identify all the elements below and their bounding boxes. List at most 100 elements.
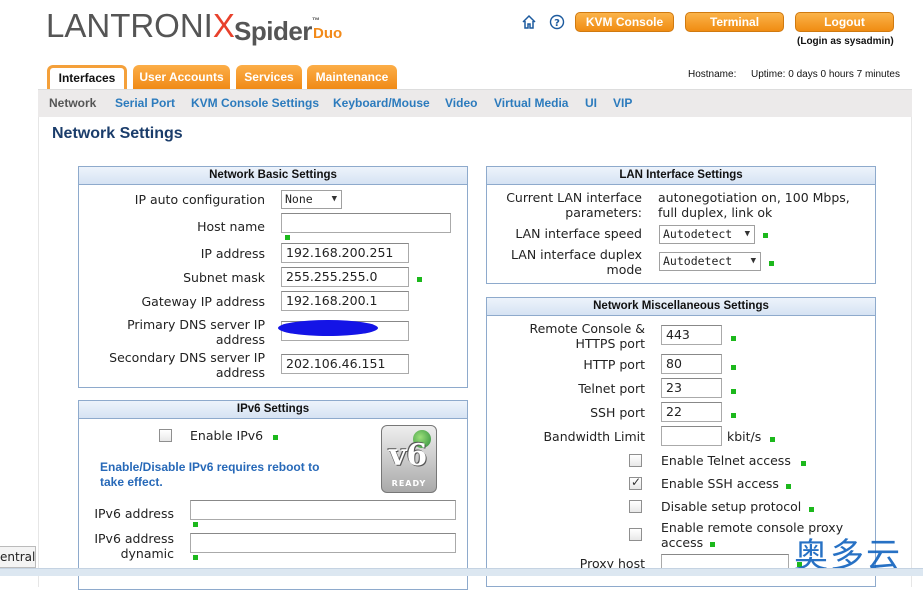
http-port-input[interactable]: 80 (661, 354, 722, 374)
gateway-label: Gateway IP address (141, 294, 266, 309)
disable-setup-protocol-checkbox[interactable] (629, 500, 642, 513)
lan-duplex-label-line1: LAN interface duplex (511, 247, 642, 262)
enable-ssh-label: Enable SSH access (661, 476, 779, 491)
ip-auto-label: IP auto configuration (134, 192, 265, 207)
subnav-serial-port[interactable]: Serial Port (115, 96, 175, 110)
required-dot-icon (417, 277, 422, 282)
help-icon[interactable]: ? (549, 14, 565, 30)
tab-user-accounts[interactable]: User Accounts (133, 65, 230, 89)
panel-title: Network Basic Settings (79, 167, 467, 185)
terminal-button[interactable]: Terminal (685, 12, 784, 32)
current-lan-value-line1: autonegotiation on, 100 Mbps, (658, 190, 850, 205)
host-name-input[interactable] (281, 213, 451, 233)
required-dot-icon (809, 507, 814, 512)
subnet-mask-label: Subnet mask (183, 270, 265, 285)
lan-duplex-label-line2: mode (606, 262, 642, 277)
required-dot-icon (801, 461, 806, 466)
secondary-dns-label: Secondary DNS server IP address (90, 350, 265, 380)
tab-interfaces[interactable]: Interfaces (47, 65, 127, 89)
ip-auto-select[interactable]: None ▼ (281, 190, 342, 209)
current-lan-label-line1: Current LAN interface (506, 190, 642, 205)
required-dot-icon (770, 437, 775, 442)
hostname-label: Hostname: (688, 69, 737, 80)
required-dot-icon (731, 336, 736, 341)
primary-dns-label: Primary DNS server IP address (90, 317, 265, 347)
rc-https-port-input[interactable]: 443 (661, 325, 722, 345)
ip-address-input[interactable]: 192.168.200.251 (281, 243, 409, 263)
telnet-port-input[interactable]: 23 (661, 378, 722, 398)
subnet-mask-input[interactable]: 255.255.255.0 (281, 267, 409, 287)
tab-services[interactable]: Services (236, 65, 302, 89)
subnav-network[interactable]: Network (49, 96, 96, 110)
kvm-console-button[interactable]: KVM Console (575, 12, 674, 32)
secondary-dns-input[interactable]: 202.106.46.151 (281, 354, 409, 374)
ipv6-ready-logo: v6 READY (381, 425, 437, 493)
ipv6-dynamic-input[interactable] (190, 533, 456, 553)
browser-status-tab[interactable]: entral/ (0, 546, 36, 568)
ipv6-reboot-note: Enable/Disable IPv6 requires reboot to ta… (100, 460, 319, 490)
required-dot-icon (731, 365, 736, 370)
rc-https-label-line1: Remote Console & (529, 321, 645, 336)
lan-speed-select[interactable]: Autodetect ▼ (659, 225, 755, 244)
required-dot-icon (786, 484, 791, 489)
required-dot-icon (731, 389, 736, 394)
home-icon[interactable] (521, 14, 537, 30)
logout-button[interactable]: Logout (795, 12, 894, 32)
lan-duplex-select[interactable]: Autodetect ▼ (659, 252, 761, 271)
secondary-dns-label-line1: Secondary DNS server IP (109, 350, 265, 365)
required-dot-icon (769, 261, 774, 266)
bandwidth-limit-input[interactable] (661, 426, 722, 446)
rc-https-label-line2: HTTPS port (575, 336, 645, 351)
ipv6-address-label: IPv6 address (94, 506, 174, 521)
redaction-mark (278, 320, 378, 336)
remote-proxy-checkbox[interactable] (629, 528, 642, 541)
product-tm: ™ (311, 16, 320, 25)
panel-title: Network Miscellaneous Settings (487, 298, 875, 316)
subnav-virtual-media[interactable]: Virtual Media (494, 96, 568, 110)
required-dot-icon (193, 555, 198, 560)
enable-telnet-label: Enable Telnet access (661, 453, 791, 468)
required-dot-icon (763, 233, 768, 238)
enable-ipv6-label: Enable IPv6 (190, 428, 264, 443)
dropdown-arrow-icon: ▼ (750, 256, 756, 266)
dropdown-arrow-icon: ▼ (744, 229, 750, 239)
lan-speed-value: Autodetect (663, 227, 733, 241)
enable-ipv6-checkbox[interactable] (159, 429, 172, 442)
ipv6-dynamic-label: IPv6 address dynamic (80, 531, 174, 561)
current-lan-value-line2: full duplex, link ok (658, 205, 773, 220)
ipv6-dynamic-label-line2: dynamic (120, 546, 174, 561)
bandwidth-limit-label: Bandwidth Limit (543, 429, 645, 444)
gateway-input[interactable]: 192.168.200.1 (281, 291, 409, 311)
subnav-video[interactable]: Video (445, 96, 477, 110)
v6-mark: v6 (389, 438, 428, 473)
primary-dns-label-line1: Primary DNS server IP (127, 317, 265, 332)
svg-text:?: ? (554, 18, 560, 29)
lantronix-logo: LANTRONIX (46, 7, 235, 45)
panel-title: LAN Interface Settings (487, 167, 875, 185)
ready-text: READY (391, 479, 427, 488)
product-suffix: Duo (313, 25, 343, 42)
subnav-vip[interactable]: VIP (613, 96, 632, 110)
current-lan-label: Current LAN interface parameters: (490, 190, 642, 220)
ssh-port-input[interactable]: 22 (661, 402, 722, 422)
login-as-text: (Login as sysadmin) (797, 36, 894, 47)
page-title: Network Settings (52, 125, 183, 142)
secondary-dns-label-line2: address (215, 365, 265, 380)
subnav-ui[interactable]: UI (585, 96, 597, 110)
subnav-keyboard-mouse[interactable]: Keyboard/Mouse (333, 96, 430, 110)
ssh-port-label: SSH port (590, 405, 645, 420)
panel-title: IPv6 Settings (79, 401, 467, 419)
subnav-kvm-console-settings[interactable]: KVM Console Settings (191, 96, 319, 110)
tab-maintenance[interactable]: Maintenance (307, 65, 397, 89)
current-lan-label-line2: parameters: (565, 205, 642, 220)
primary-dns-label-line2: address (215, 332, 265, 347)
uptime-text: Uptime: 0 days 0 hours 7 minutes (751, 69, 900, 80)
lan-duplex-label: LAN interface duplex mode (490, 247, 642, 277)
ipv6-address-input[interactable] (190, 500, 456, 520)
http-port-label: HTTP port (583, 357, 645, 372)
enable-ssh-checkbox[interactable] (629, 475, 642, 490)
disable-setup-protocol-label: Disable setup protocol (661, 499, 802, 514)
product-name: Spider (234, 16, 312, 46)
enable-telnet-checkbox[interactable] (629, 454, 642, 467)
dropdown-arrow-icon: ▼ (331, 194, 337, 204)
